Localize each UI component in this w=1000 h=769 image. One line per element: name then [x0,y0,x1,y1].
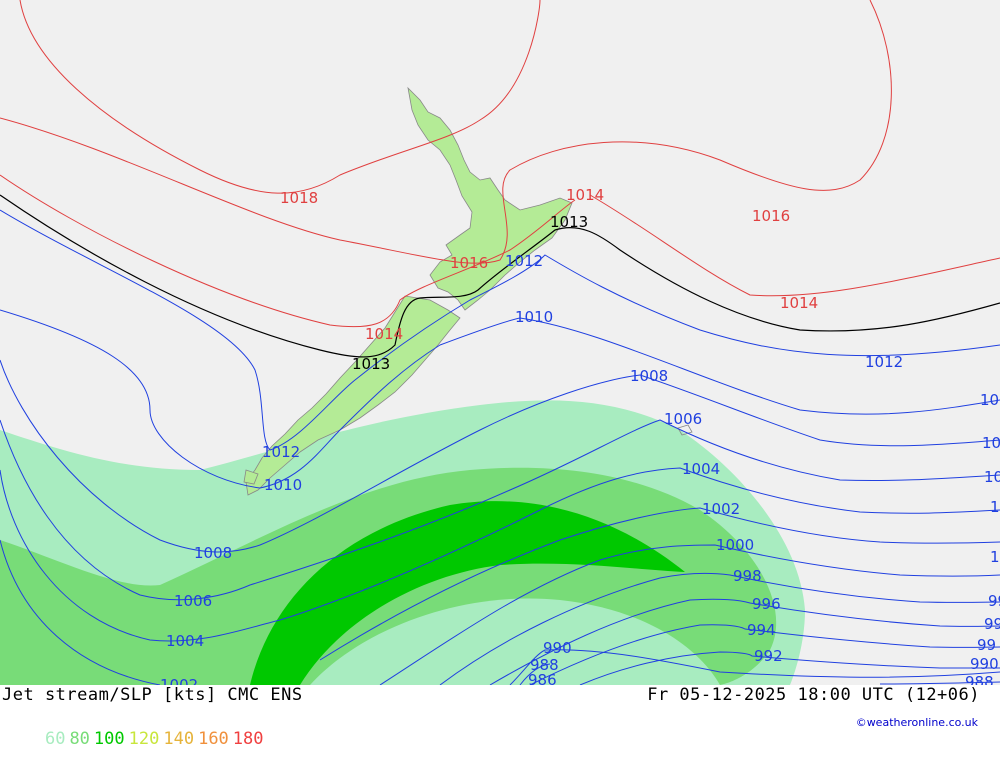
label-edge-99-c: 99 [977,636,996,654]
label-1014-east: 1014 [780,294,818,312]
label-1016-east: 1016 [752,207,790,225]
label-1002-east: 1002 [702,500,740,518]
label-988-east: 988 [965,673,994,685]
label-edge-99-b: 99 [984,615,1000,633]
legend-160: 160 [198,729,229,749]
legend-100: 100 [93,729,125,749]
label-998: 998 [733,567,762,585]
label-edge-10-b: 10 [982,434,1000,452]
label-1014-north: 1014 [566,186,604,204]
credit-link[interactable]: ©weatheronline.co.uk [856,716,978,729]
label-1000: 1000 [716,536,754,554]
map-title: Jet stream/SLP [kts] CMC ENS [2,685,303,705]
label-1012-south: 1012 [262,443,300,461]
map-footer: Jet stream/SLP [kts] CMC ENS Fr 05-12-20… [0,685,1000,749]
label-1018: 1018 [280,189,318,207]
label-1006-west: 1006 [174,592,212,610]
label-1010-south: 1010 [264,476,302,494]
label-1004-east: 1004 [682,460,720,478]
legend-180: 180 [232,729,264,749]
label-1008-east: 1008 [630,367,668,385]
label-1002-west: 1002 [160,676,198,685]
legend-140: 140 [163,729,195,749]
label-1012-east: 1012 [865,353,903,371]
legend-80: 80 [69,729,90,749]
label-1013-north: 1013 [550,213,588,231]
label-1013-west: 1013 [352,355,390,373]
label-edge-99-a: 99 [988,592,1000,610]
label-edge-10-a: 10 [980,391,999,409]
label-edge-1-a: 1 [990,498,1000,516]
legend-60: 60 [44,729,66,749]
label-1010-north: 1010 [515,308,553,326]
label-1008-west: 1008 [194,544,232,562]
legend-120: 120 [128,729,160,749]
label-1014-west: 1014 [365,325,403,343]
label-edge-10-c: 10 [984,468,1000,486]
label-1012-north: 1012 [505,252,543,270]
wind-speed-legend: 60 80 100 120 140 160 180 [4,709,268,769]
weather-map: 1018 1016 1016 1014 1014 1014 1013 1013 … [0,0,1000,685]
label-994: 994 [747,621,776,639]
label-1016-west: 1016 [450,254,488,272]
label-996: 996 [752,595,781,613]
label-edge-1-b: 1 [990,548,1000,566]
label-990-west: 990 [543,639,572,657]
label-1006-east: 1006 [664,410,702,428]
label-1004-west: 1004 [166,632,204,650]
label-990-east: 990 [970,655,999,673]
label-992: 992 [754,647,783,665]
valid-datetime: Fr 05-12-2025 18:00 UTC (12+06) [647,685,980,705]
label-986: 986 [528,671,557,685]
